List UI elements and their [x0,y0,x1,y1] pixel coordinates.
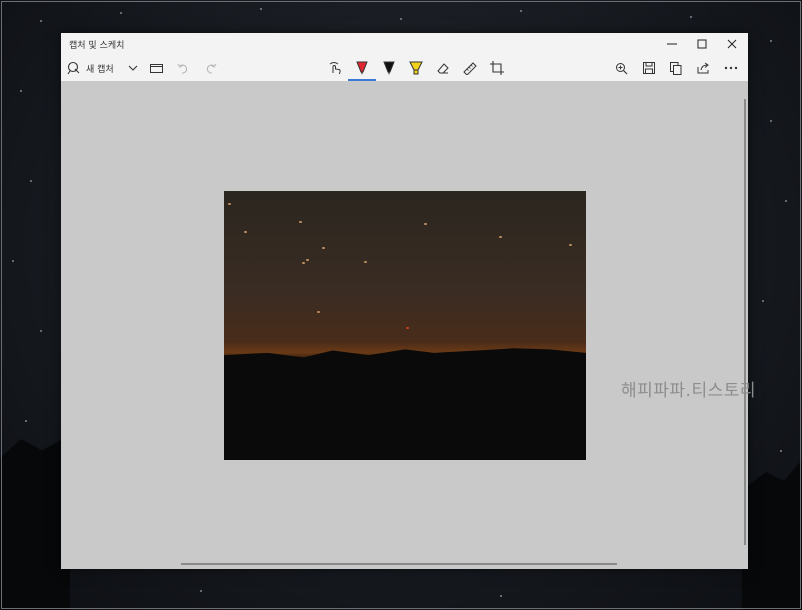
title-bar[interactable]: 캡처 및 스케치 [61,33,748,55]
highlighter-button[interactable] [406,58,426,78]
minimize-button[interactable] [657,33,687,55]
more-icon [724,66,738,70]
close-icon [727,39,737,49]
eraser-button[interactable] [433,58,453,78]
crop-icon [490,61,504,75]
zoom-button[interactable] [611,58,631,78]
mountain-silhouette [742,460,802,610]
mountain-silhouette [0,435,70,610]
watermark-text: 해피파파.티스토리 [621,381,757,401]
touch-writing-icon [329,62,341,75]
save-icon [643,62,655,74]
open-file-button[interactable] [146,58,166,78]
redo-icon [206,63,217,74]
copy-button[interactable] [666,58,686,78]
copy-icon [670,61,682,75]
window-title: 캡처 및 스케치 [69,41,125,51]
share-icon [697,62,709,74]
eraser-icon [437,63,449,74]
zoom-icon [615,62,627,74]
vertical-scrollbar[interactable] [744,99,746,545]
chevron-down-icon [128,65,138,71]
share-button[interactable] [693,58,713,78]
maximize-icon [697,39,707,49]
horizontal-scrollbar[interactable] [181,563,617,565]
capture-mode-dropdown[interactable] [123,58,143,78]
folder-icon [149,64,163,73]
more-options-button[interactable] [721,58,741,78]
snip-sketch-window: 캡처 및 스케치 새 캡처 [61,33,748,569]
redo-button[interactable] [201,58,221,78]
new-capture-icon [67,61,80,75]
new-capture-button[interactable]: 새 캡처 [67,58,114,78]
minimize-icon [667,43,677,45]
highlighter-icon [409,61,423,75]
crop-button[interactable] [487,58,507,78]
undo-icon [177,63,188,74]
undo-button[interactable] [173,58,193,78]
captured-image [224,191,586,460]
ballpoint-pen-button[interactable] [352,58,372,78]
save-button[interactable] [639,58,659,78]
close-button[interactable] [717,33,747,55]
pencil-icon [383,61,395,75]
maximize-button[interactable] [687,33,717,55]
mountain-silhouette [224,348,586,460]
ruler-button[interactable] [460,58,480,78]
pencil-button[interactable] [379,58,399,78]
drawing-canvas[interactable] [61,81,748,569]
ruler-icon [463,62,477,75]
new-capture-label: 새 캡처 [86,64,114,75]
touch-writing-button[interactable] [325,58,345,78]
toolbar: 새 캡처 [61,55,748,81]
ballpoint-pen-icon [356,61,368,75]
